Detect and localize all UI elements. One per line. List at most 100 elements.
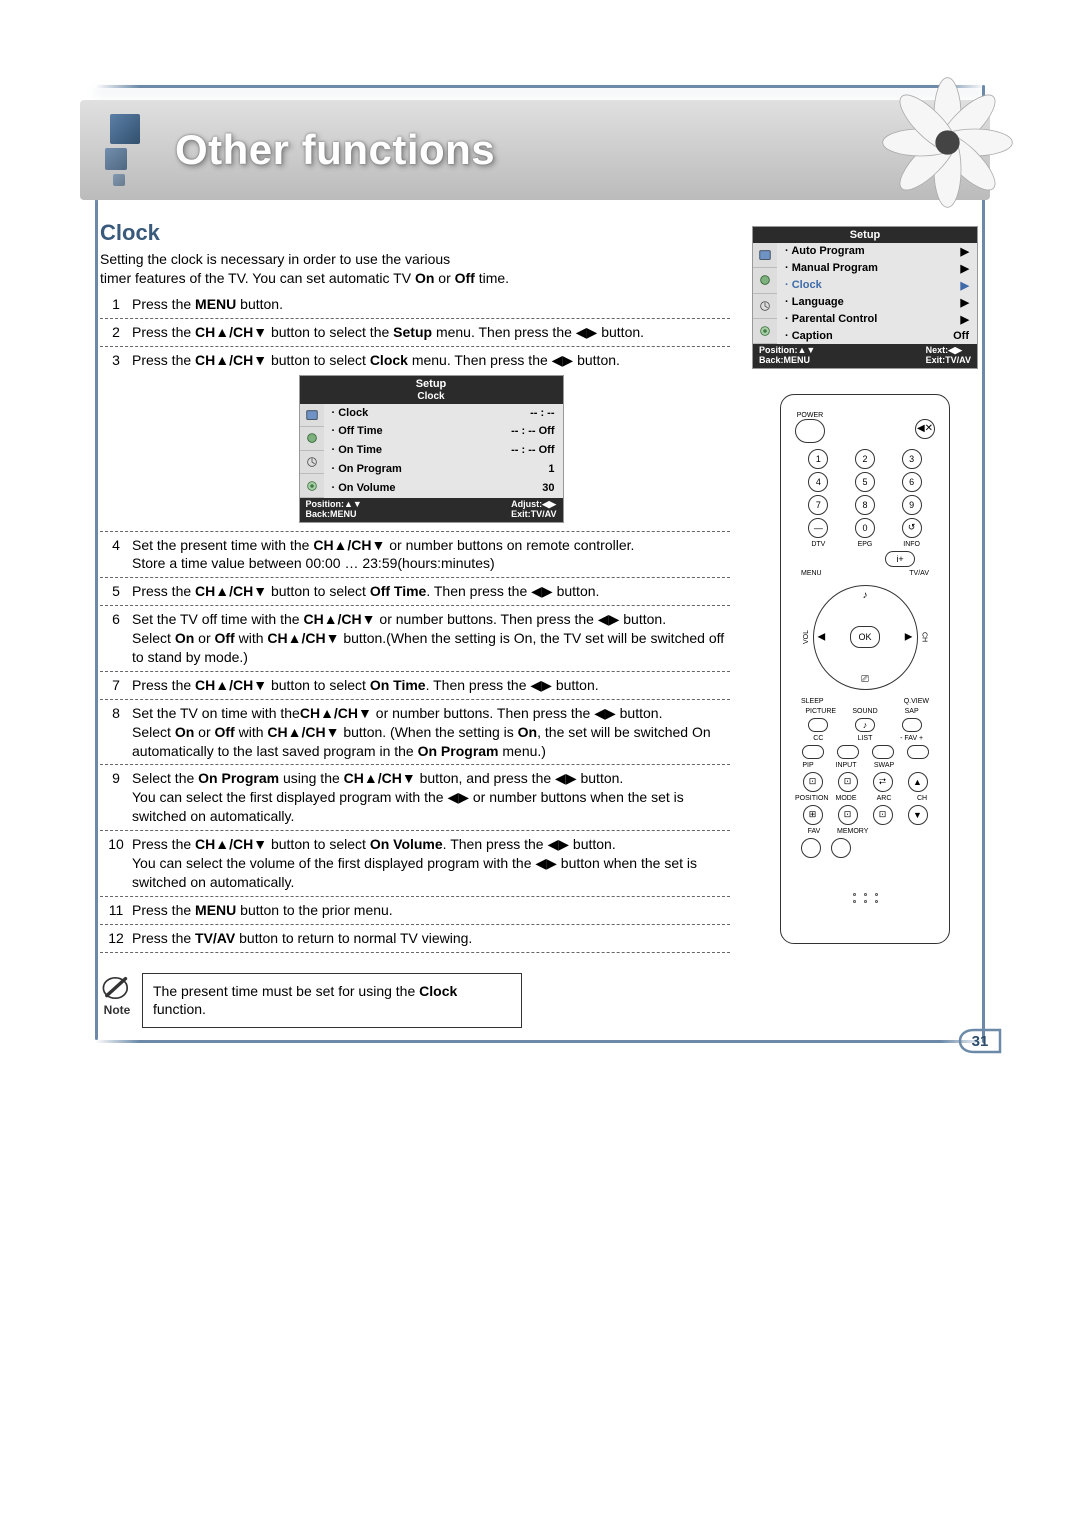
- osd-row: CaptionOff: [777, 328, 977, 344]
- page-border-right: [982, 85, 985, 1043]
- pip-label: PIP: [795, 762, 821, 769]
- tab-time-icon: [753, 294, 777, 319]
- step-9: 9 Select the On Program using the CH▲/CH…: [100, 764, 730, 830]
- step-3: 3 Press the CH▲/CH▼ button to select Clo…: [100, 346, 730, 531]
- sleep-label: SLEEP: [801, 698, 824, 705]
- dpad-right-icon: ▶: [905, 632, 913, 643]
- step-4: 4 Set the present time with the CH▲/CH▼ …: [100, 531, 730, 578]
- arc-label: ARC: [871, 795, 897, 802]
- arc-button: ⊡: [873, 805, 893, 825]
- sound-button: ♪: [855, 718, 875, 732]
- dash-button: —: [808, 518, 828, 538]
- color-btn-4: [907, 745, 929, 759]
- speaker-dots: [795, 893, 935, 903]
- step-7: 7 Press the CH▲/CH▼ button to select On …: [100, 671, 730, 699]
- fav-label2: FAV: [801, 828, 827, 835]
- tab-time-icon: [300, 451, 324, 475]
- qview-label: Q.VIEW: [904, 698, 929, 705]
- osd-row: On Volume30: [324, 479, 563, 498]
- info-wide-button: i+: [885, 551, 915, 567]
- osd-row: Language▶: [777, 294, 977, 311]
- sound-label: SOUND: [852, 708, 878, 715]
- step-8: 8 Set the TV on time with theCH▲/CH▼ or …: [100, 699, 730, 765]
- ok-button: OK: [850, 626, 880, 648]
- position-label: POSITION: [795, 795, 821, 802]
- dpad-down-icon: ⎚: [861, 674, 869, 685]
- tab-setup-icon: [753, 319, 777, 344]
- menu-label: MENU: [801, 570, 822, 577]
- left-right-icon: ◀▶: [530, 676, 552, 695]
- osd-row: Off Time-- : -- Off: [324, 422, 563, 441]
- instruction-steps: 1 Press the MENU button. 2 Press the CH▲…: [100, 291, 730, 953]
- intro-text: Setting the clock is necessary in order …: [100, 250, 730, 288]
- osd-row: On Program1: [324, 460, 563, 479]
- picture-button: [808, 718, 828, 732]
- mode-button: ⊡: [838, 805, 858, 825]
- tvav-label: TV/AV: [909, 570, 929, 577]
- memory-label: MEMORY: [837, 828, 863, 835]
- num-7-button: 7: [808, 495, 828, 515]
- left-right-icon: ◀▶: [552, 351, 574, 370]
- flower-graphic: [880, 75, 1015, 210]
- swap-button: ⮂: [873, 772, 893, 792]
- page-border-left: [95, 88, 98, 1040]
- left-right-icon: ◀▶: [535, 854, 557, 873]
- header-strip: Other functions: [80, 100, 990, 200]
- info-label: INFO: [899, 541, 925, 548]
- swap-label: SWAP: [871, 762, 897, 769]
- tab-setup-icon: [300, 474, 324, 498]
- num-3-button: 3: [902, 449, 922, 469]
- page-title: Other functions: [175, 126, 495, 174]
- step-12: 12 Press the TV/AV button to return to n…: [100, 924, 730, 953]
- note-text: The present time must be set for using t…: [142, 973, 522, 1029]
- step-5: 5 Press the CH▲/CH▼ button to select Off…: [100, 577, 730, 605]
- header-cubes-graphic: [105, 100, 170, 200]
- list-label: LIST: [852, 735, 878, 742]
- osd-row: Clock-- : --: [324, 404, 563, 423]
- power-button: [795, 419, 825, 443]
- color-btn-2: [837, 745, 859, 759]
- num-9-button: 9: [902, 495, 922, 515]
- num-1-button: 1: [808, 449, 828, 469]
- sap-button: [902, 718, 922, 732]
- mute-button: ◀✕: [915, 419, 935, 439]
- tab-picture-icon: [753, 243, 777, 268]
- fav-button: [801, 838, 821, 858]
- num-2-button: 2: [855, 449, 875, 469]
- left-right-icon: ◀▶: [598, 610, 620, 629]
- fav-label: - FAV +: [899, 735, 925, 742]
- num-0-button: 0: [855, 518, 875, 538]
- left-right-icon: ◀▶: [576, 323, 598, 342]
- note-label: Note: [104, 1003, 131, 1017]
- num-4-button: 4: [808, 472, 828, 492]
- cc-label: CC: [805, 735, 831, 742]
- num-6-button: 6: [902, 472, 922, 492]
- osd-row: Parental Control▶: [777, 311, 977, 328]
- page-border-top: [95, 85, 985, 88]
- step-10: 10 Press the CH▲/CH▼ button to select On…: [100, 830, 730, 896]
- dpad-left-icon: ◀: [818, 632, 826, 643]
- step-6: 6 Set the TV off time with the CH▲/CH▼ o…: [100, 605, 730, 671]
- pip-button: ⊡: [803, 772, 823, 792]
- memory-button: [831, 838, 851, 858]
- left-right-icon: ◀▶: [447, 788, 469, 807]
- osd-row: Manual Program▶: [777, 260, 977, 277]
- osd-row: On Time-- : -- Off: [324, 441, 563, 460]
- epg-label: EPG: [852, 541, 878, 548]
- input-label: INPUT: [833, 762, 859, 769]
- position-button: ⊞: [803, 805, 823, 825]
- picture-label: PICTURE: [805, 708, 831, 715]
- mode-label: MODE: [833, 795, 859, 802]
- vol-label: VOL: [803, 630, 810, 644]
- ch-up-button: ▲: [908, 772, 928, 792]
- remote-control-illustration: POWER ◀✕ 123 456 789 —0↺ DTVEPGINFO i+ M…: [780, 394, 950, 944]
- step-1: 1 Press the MENU button.: [100, 291, 730, 318]
- step-2: 2 Press the CH▲/CH▼ button to select the…: [100, 318, 730, 346]
- setup-osd-screenshot: Setup Auto Program▶ Manual Program▶ Cloc…: [752, 226, 978, 369]
- tab-sound-icon: [753, 268, 777, 293]
- power-label: POWER: [795, 412, 825, 419]
- note-callout: Note The present time must be set for us…: [100, 973, 730, 1029]
- tab-picture-icon: [300, 404, 324, 428]
- ch-down-button: ▼: [908, 805, 928, 825]
- left-right-icon: ◀▶: [594, 704, 616, 723]
